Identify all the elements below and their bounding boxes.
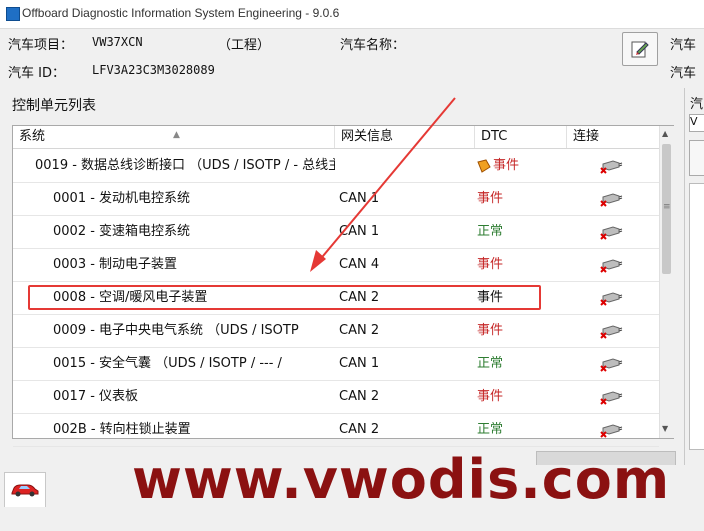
cell-connection[interactable] [567, 380, 659, 413]
cell-connection[interactable] [567, 281, 659, 314]
cell-network [335, 149, 475, 182]
cell-dtc: 事件 [475, 149, 567, 182]
right-panel: 汽 V [684, 88, 704, 468]
cell-network: CAN 2 [339, 389, 380, 404]
cell-network: CAN 4 [339, 257, 380, 272]
cell-system: 0003 - 制动电子装置 [53, 257, 178, 272]
right-panel-button-cut[interactable] [689, 140, 704, 176]
table-row[interactable]: 0017 - 仪表板 CAN 2 事件 [13, 380, 659, 414]
cell-dtc: 正常 [475, 215, 567, 248]
table-row[interactable]: 0015 - 安全气囊 （UDS / ISOTP / --- / CAN 1 正常 [13, 347, 659, 381]
disconnected-plug-icon [600, 193, 623, 207]
cell-connection[interactable] [567, 248, 659, 281]
project-value: VW37XCN [92, 35, 143, 49]
title-bar: Offboard Diagnostic Information System E… [0, 0, 704, 29]
right-label-cut-1: 汽车 [670, 38, 697, 53]
project-label: 汽车项目： [8, 38, 74, 53]
cell-network: CAN 1 [339, 356, 380, 371]
table-row[interactable]: 0002 - 变速箱电控系统 CAN 1 正常 [13, 215, 659, 249]
cell-connection[interactable] [567, 413, 659, 446]
disconnected-plug-icon [600, 325, 623, 339]
cell-system: 0019 - 数据总线诊断接口 （UDS / ISOTP / - 总线主站 1 [35, 158, 335, 173]
cell-dtc-text: 事件 [477, 323, 504, 338]
cell-system: 0015 - 安全气囊 （UDS / ISOTP / --- / [53, 356, 282, 371]
disconnected-plug-icon [600, 358, 623, 372]
cell-dtc-text: 正常 [477, 224, 504, 239]
cell-system: 002B - 转向柱锁止装置 [53, 422, 191, 437]
cell-dtc: 正常 [475, 347, 567, 380]
cell-system: 0001 - 发动机电控系统 [53, 191, 191, 206]
cell-system: 0009 - 电子中央电气系统 （UDS / ISOTP [53, 323, 299, 338]
cell-connection[interactable] [567, 182, 659, 215]
right-panel-label-cut: 汽 [690, 97, 704, 112]
disconnected-plug-icon [600, 424, 623, 438]
vehicle-name-label: 汽车名称： [340, 38, 406, 53]
header-network[interactable]: 网关信息 [335, 126, 475, 148]
watermark: www.vwodis.com [132, 448, 671, 511]
cell-dtc: 事件 [475, 314, 567, 347]
header-connection[interactable]: 连接 [567, 126, 659, 148]
cell-connection[interactable] [567, 215, 659, 248]
cell-connection[interactable] [567, 314, 659, 347]
header-dtc[interactable]: DTC [475, 126, 567, 148]
scroll-up-icon[interactable]: ▲ [662, 129, 668, 138]
cell-dtc: 事件 [475, 380, 567, 413]
cell-network: CAN 1 [339, 191, 380, 206]
right-label-cut-2: 汽车 [670, 66, 697, 81]
right-panel-list-cut [689, 183, 704, 450]
cell-dtc-text: 正常 [477, 422, 504, 437]
app-icon [6, 7, 20, 21]
disconnected-plug-icon [600, 226, 623, 240]
header-system[interactable]: 系统 ▲ [13, 126, 335, 148]
cell-system: 0017 - 仪表板 [53, 389, 139, 404]
cell-network: CAN 2 [339, 323, 380, 338]
disconnected-plug-icon [600, 391, 623, 405]
scroll-grip-icon: ≡ [663, 202, 671, 212]
cell-dtc-text: 正常 [477, 356, 504, 371]
cell-network: CAN 1 [339, 224, 380, 239]
section-title: 控制单元列表 [12, 98, 96, 114]
tab-vehicle[interactable] [4, 472, 46, 507]
cell-connection[interactable] [567, 149, 659, 182]
cell-dtc: 事件 [475, 182, 567, 215]
sort-up-icon: ▲ [173, 130, 180, 140]
disconnected-plug-icon [600, 292, 623, 306]
scroll-down-icon[interactable]: ▼ [662, 424, 668, 433]
highlight-box [28, 285, 541, 310]
project-mode: （工程） [218, 38, 271, 53]
right-panel-field-cut[interactable]: V [689, 114, 704, 132]
disconnected-plug-icon [600, 259, 623, 273]
cell-dtc-text: 事件 [477, 191, 504, 206]
car-icon [11, 484, 39, 497]
warning-icon [477, 158, 491, 173]
cell-system: 0002 - 变速箱电控系统 [53, 224, 191, 239]
table-row[interactable]: 0001 - 发动机电控系统 CAN 1 事件 [13, 182, 659, 216]
vehicle-id-value: LFV3A23C3M3028089 [92, 63, 215, 77]
control-unit-table: 系统 ▲ 网关信息 DTC 连接 0019 - 数据总线诊断接口 （UDS / … [12, 125, 674, 447]
table-row[interactable]: 002B - 转向柱锁止装置 CAN 2 正常 [13, 413, 659, 447]
disconnected-plug-icon [600, 160, 623, 174]
vehicle-id-label: 汽车 ID： [8, 66, 65, 81]
table-header: 系统 ▲ 网关信息 DTC 连接 [13, 126, 659, 149]
cell-dtc: 正常 [475, 413, 567, 446]
edit-icon [631, 41, 649, 58]
cell-dtc-text: 事件 [493, 158, 520, 173]
cell-network: CAN 2 [339, 422, 380, 437]
window-title: Offboard Diagnostic Information System E… [22, 6, 340, 20]
table-row[interactable]: 0019 - 数据总线诊断接口 （UDS / ISOTP / - 总线主站 1 事… [13, 149, 659, 183]
table-row[interactable]: 0009 - 电子中央电气系统 （UDS / ISOTP CAN 2 事件 [13, 314, 659, 348]
cell-connection[interactable] [567, 347, 659, 380]
cell-dtc-text: 事件 [477, 389, 504, 404]
edit-vehicle-button[interactable] [622, 32, 658, 66]
cell-dtc: 事件 [475, 248, 567, 281]
cell-dtc-text: 事件 [477, 257, 504, 272]
table-row[interactable]: 0003 - 制动电子装置 CAN 4 事件 [13, 248, 659, 282]
vertical-scrollbar[interactable]: ▲ ≡ ▼ [659, 126, 674, 438]
